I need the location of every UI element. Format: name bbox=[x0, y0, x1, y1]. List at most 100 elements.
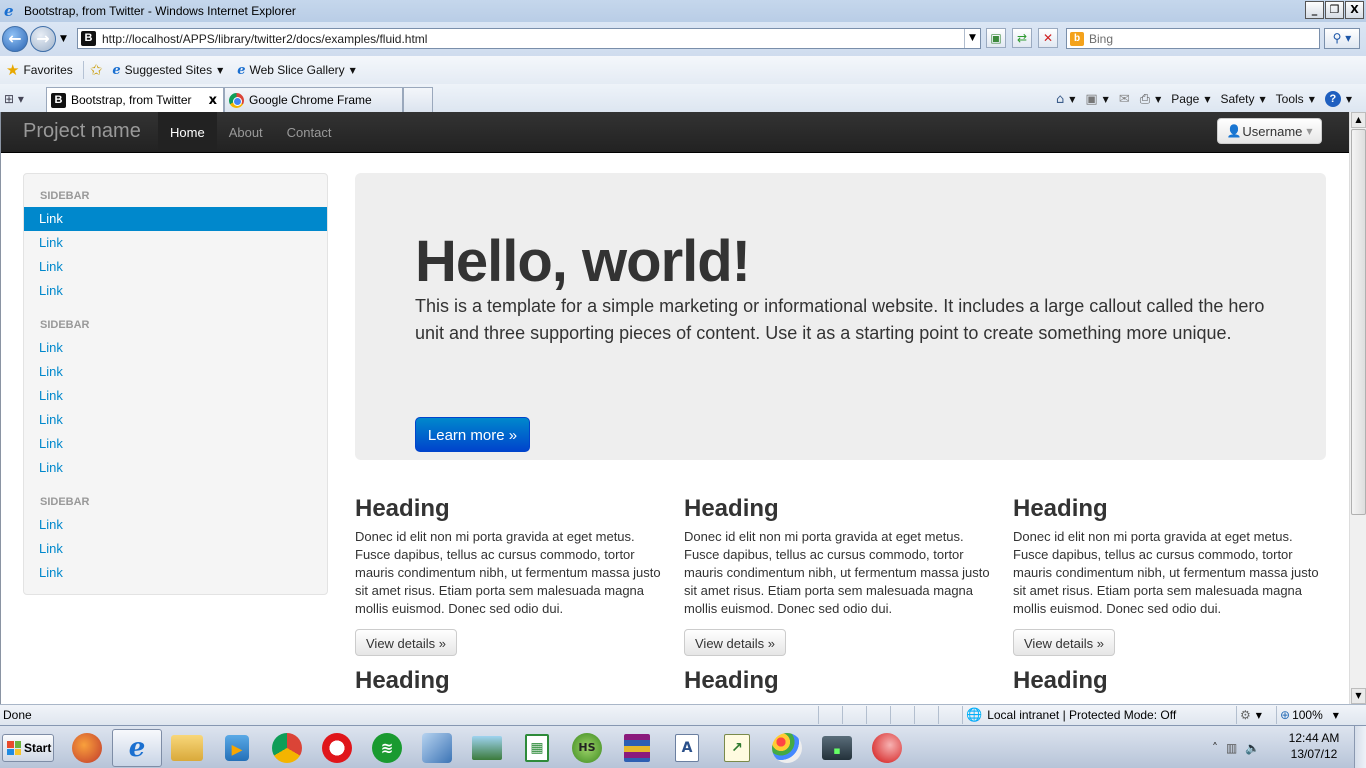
taskbar-explorer[interactable] bbox=[162, 729, 212, 767]
restore-button[interactable]: ❐ bbox=[1325, 1, 1344, 19]
taskbar-spreadsheet[interactable]: ▦ bbox=[512, 729, 562, 767]
tools-menu[interactable]: Tools ▼ bbox=[1272, 92, 1319, 106]
chevron-down-icon: ▼ bbox=[1255, 710, 1262, 720]
sidebar-link[interactable]: Link bbox=[24, 384, 327, 408]
page-menu[interactable]: Page ▼ bbox=[1167, 92, 1214, 106]
bing-icon: b bbox=[1070, 31, 1084, 46]
safety-menu[interactable]: Safety ▼ bbox=[1216, 92, 1269, 106]
close-tab-button[interactable]: x bbox=[209, 93, 217, 108]
scroll-down-arrow-icon[interactable]: ▼ bbox=[1351, 688, 1366, 704]
sidebar-link[interactable]: Link bbox=[24, 360, 327, 384]
taskbar-chrome[interactable] bbox=[262, 729, 312, 767]
favorites-button[interactable]: ★ Favorites bbox=[6, 61, 73, 79]
new-tab-button[interactable] bbox=[403, 87, 433, 112]
sidebar-link[interactable]: Link bbox=[24, 408, 327, 432]
sidebar-link[interactable]: Link bbox=[24, 456, 327, 480]
taskbar-paint[interactable] bbox=[762, 729, 812, 767]
scroll-thumb[interactable] bbox=[1351, 129, 1366, 515]
tab-chrome-frame[interactable]: Google Chrome Frame bbox=[224, 87, 403, 112]
clock-date: 13/07/12 bbox=[1290, 747, 1338, 761]
sidebar-link[interactable]: Link bbox=[24, 231, 327, 255]
view-details-button[interactable]: View details » bbox=[1013, 629, 1115, 656]
taskbar-chart-app[interactable]: ↗ bbox=[712, 729, 762, 767]
address-row: ← → ▼ B http://localhost/APPS/library/tw… bbox=[0, 22, 1366, 56]
favorites-label: Favorites bbox=[23, 63, 73, 77]
web-slice-gallery-link[interactable]: e Web Slice Gallery ▼ bbox=[237, 63, 356, 78]
sidebar-link[interactable]: Link bbox=[24, 537, 327, 561]
sidebar-link[interactable]: Link bbox=[24, 279, 327, 303]
start-label: Start bbox=[24, 741, 52, 755]
search-icon[interactable]: ⚲ ▾ bbox=[1324, 28, 1360, 49]
username-dropdown[interactable]: 👤 Username ▼ bbox=[1217, 118, 1322, 144]
taskbar-hotspot[interactable]: HS bbox=[562, 729, 612, 767]
chrome-icon bbox=[272, 733, 302, 763]
sidebar-link[interactable]: Link bbox=[24, 207, 327, 231]
show-desktop-button[interactable] bbox=[1354, 726, 1366, 768]
url-text[interactable]: http://localhost/APPS/library/twitter2/d… bbox=[102, 32, 427, 46]
recent-pages-dropdown[interactable]: ▼ bbox=[60, 34, 67, 44]
hero-text: This is a template for a simple marketin… bbox=[415, 296, 1265, 343]
start-button[interactable]: Start bbox=[2, 734, 54, 762]
suggested-sites-link[interactable]: e Suggested Sites ▼ bbox=[112, 63, 223, 78]
taskbar-winrar[interactable] bbox=[612, 729, 662, 767]
address-dropdown-button[interactable]: ▼ bbox=[964, 29, 980, 48]
stop-icon[interactable]: ✕ bbox=[1038, 28, 1058, 48]
zoom-control[interactable]: ⊕ 100% ▼ bbox=[1276, 706, 1339, 724]
scroll-up-arrow-icon[interactable]: ▲ bbox=[1351, 112, 1366, 128]
sidebar-link[interactable]: Link bbox=[24, 561, 327, 585]
monitor-icon: ▪ bbox=[822, 736, 852, 760]
taskbar-internet-explorer[interactable]: e bbox=[112, 729, 162, 767]
refresh-icon[interactable]: ⇄ bbox=[1012, 28, 1032, 48]
feeds-button[interactable]: ▣ ▼ bbox=[1081, 92, 1112, 107]
view-details-button[interactable]: View details » bbox=[355, 629, 457, 656]
content-column: Heading bbox=[684, 666, 994, 696]
taskbar-opera[interactable] bbox=[312, 729, 362, 767]
nav-about[interactable]: About bbox=[217, 112, 275, 152]
close-window-button[interactable]: X bbox=[1345, 1, 1364, 19]
help-button[interactable]: ? ▼ bbox=[1321, 91, 1356, 107]
tab-label: Google Chrome Frame bbox=[249, 93, 372, 107]
nav-contact[interactable]: Contact bbox=[275, 112, 344, 152]
view-details-button[interactable]: View details » bbox=[684, 629, 786, 656]
taskbar-image-viewer[interactable] bbox=[462, 729, 512, 767]
search-input[interactable]: b Bing bbox=[1066, 28, 1320, 49]
taskbar-ccleaner[interactable] bbox=[862, 729, 912, 767]
clock[interactable]: 12:44 AM 13/07/12 bbox=[1284, 730, 1344, 762]
taskbar-virtualbox[interactable] bbox=[412, 729, 462, 767]
read-mail-button[interactable]: ✉ bbox=[1115, 92, 1134, 107]
brand-link[interactable]: Project name bbox=[23, 120, 141, 143]
bootstrap-favicon-icon: B bbox=[51, 92, 66, 108]
taskbar-media-player[interactable]: ▶ bbox=[212, 729, 262, 767]
print-button[interactable]: ⎙ ▼ bbox=[1136, 92, 1166, 107]
zoom-icon: ⊕ bbox=[1280, 708, 1291, 722]
forward-arrow-icon[interactable]: → bbox=[30, 26, 56, 52]
network-status-icon[interactable]: ▥ bbox=[1226, 741, 1237, 755]
taskbar-monitor[interactable]: ▪ bbox=[812, 729, 862, 767]
sidebar-link[interactable]: Link bbox=[24, 513, 327, 537]
username-label: Username bbox=[1242, 123, 1303, 139]
add-favorite-button[interactable]: ✩ bbox=[90, 61, 107, 79]
compat-view-icon[interactable]: ▣ bbox=[986, 28, 1006, 48]
dictionary-icon: A bbox=[675, 734, 699, 762]
mail-icon: ✉ bbox=[1118, 91, 1130, 107]
sidebar-link[interactable]: Link bbox=[24, 255, 327, 279]
tab-bootstrap[interactable]: B Bootstrap, from Twitter x bbox=[46, 87, 224, 112]
taskbar-firefox[interactable] bbox=[62, 729, 112, 767]
vertical-scrollbar[interactable]: ▲ ▼ bbox=[1349, 112, 1366, 704]
learn-more-button[interactable]: Learn more » bbox=[415, 417, 530, 452]
minimize-button[interactable]: _ bbox=[1305, 1, 1324, 19]
security-zone[interactable]: 🌐 Local intranet | Protected Mode: Off bbox=[962, 706, 1232, 724]
quick-tabs-button[interactable]: ⊞ ▾ bbox=[4, 89, 42, 109]
protected-mode-button[interactable]: ⚙ ▼ bbox=[1236, 706, 1272, 724]
sidebar-link[interactable]: Link bbox=[24, 432, 327, 456]
back-arrow-icon[interactable]: ← bbox=[2, 26, 28, 52]
volume-icon[interactable]: 🔈 bbox=[1245, 741, 1260, 755]
nav-home[interactable]: Home bbox=[158, 112, 217, 152]
taskbar-network-app[interactable]: ≋ bbox=[362, 729, 412, 767]
sidebar-link[interactable]: Link bbox=[24, 336, 327, 360]
taskbar-dictionary[interactable]: A bbox=[662, 729, 712, 767]
home-button[interactable]: ⌂ ▼ bbox=[1052, 92, 1079, 107]
show-hidden-icons-button[interactable]: ˄ bbox=[1212, 741, 1218, 755]
address-bar[interactable]: B http://localhost/APPS/library/twitter2… bbox=[77, 28, 981, 49]
taskbar: Start e ▶ ≋ ▦ HS A ↗ ▪ ˄ ▥ 🔈 12:44 AM 13… bbox=[0, 725, 1366, 768]
